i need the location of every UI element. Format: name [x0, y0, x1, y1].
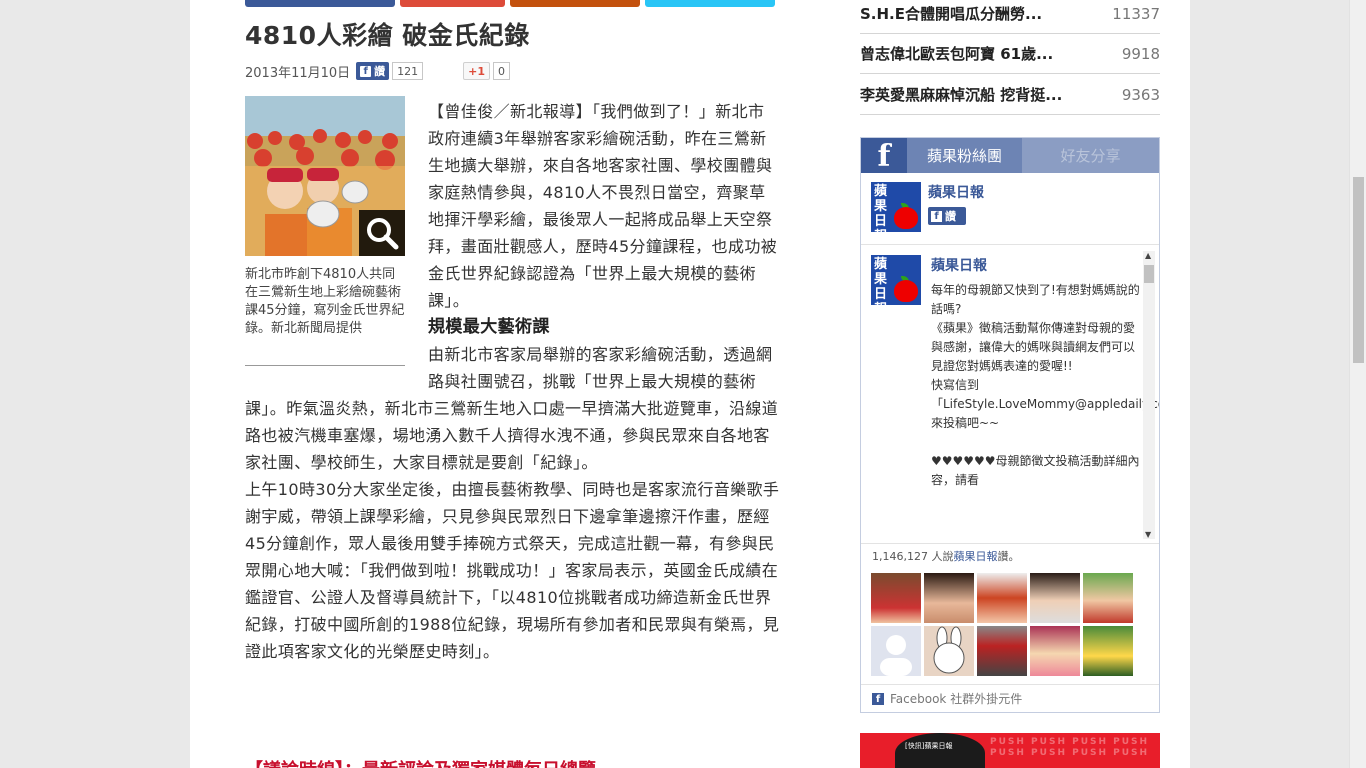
- ranking-title[interactable]: 曾志偉北歐丟包阿寶 61歲...: [860, 43, 1053, 64]
- ranking-count: 11337: [1112, 4, 1160, 23]
- fb-plugin-footer[interactable]: f Facebook 社群外掛元件: [861, 684, 1159, 712]
- ranking-count: 9363: [1121, 85, 1160, 104]
- fb-like-count: 1,146,127 人說蘋果日報讚。: [872, 548, 1019, 564]
- fan-avatar[interactable]: [1030, 573, 1080, 623]
- like-count-prefix: 1,146,127 人說: [872, 550, 954, 563]
- fb-feed-scrollbar[interactable]: ▲ ▼: [1143, 251, 1155, 539]
- fan-avatar[interactable]: [1083, 573, 1133, 623]
- appledaily-logo[interactable]: 蘋果日報: [871, 255, 921, 305]
- fan-avatar[interactable]: [977, 626, 1027, 676]
- ranking-title[interactable]: S.H.E合體開唱瓜分酬勞...: [860, 3, 1042, 24]
- tab-fanpage[interactable]: 蘋果粉絲團: [907, 138, 1022, 173]
- ranking-count: 9918: [1121, 44, 1160, 63]
- ad-push-text: PUSH PUSH PUSH PUSH PUSH PUSH PUSH PUSH: [990, 737, 1150, 758]
- facebook-fanpage-widget: f 蘋果粉絲團 好友分享 蘋果日報 蘋果日報 f 讚 蘋果日報: [860, 137, 1160, 713]
- fb-like-button[interactable]: f 讚: [928, 207, 966, 225]
- like-label: 讚: [374, 65, 386, 78]
- fb-feed[interactable]: 蘋果日報 蘋果日報 每年的母親節又快到了!有想對媽媽說的話嗎? 《蘋果》徵稿活動…: [861, 244, 1159, 544]
- fan-avatar-placeholder[interactable]: [871, 626, 921, 676]
- fan-avatar[interactable]: [871, 573, 921, 623]
- advertisement-banner[interactable]: PUSH PUSH PUSH PUSH PUSH PUSH PUSH PUSH …: [860, 733, 1160, 768]
- like-count: 121: [392, 62, 424, 80]
- twitter-share-bar[interactable]: [645, 0, 775, 7]
- fb-footer-text[interactable]: Facebook 社群外掛元件: [890, 690, 1022, 707]
- appledaily-logo[interactable]: 蘋果日報: [871, 182, 921, 232]
- ranking-item[interactable]: 曾志偉北歐丟包阿寶 61歲... 9918: [860, 34, 1160, 74]
- related-link[interactable]: 【議論時線】：最新評論及獨家媒體每日總覽: [245, 756, 596, 768]
- fb-post: 蘋果日報 蘋果日報 每年的母親節又快到了!有想對媽媽說的話嗎? 《蘋果》徵稿活動…: [871, 255, 1159, 490]
- ranking-item[interactable]: S.H.E合體開唱瓜分酬勞... 11337: [860, 0, 1160, 34]
- google-plus-button[interactable]: +1: [463, 62, 491, 80]
- article-date: 2013年11月10日: [245, 65, 351, 81]
- scroll-down-icon[interactable]: ▼: [1145, 530, 1151, 539]
- scroll-thumb[interactable]: [1144, 265, 1154, 283]
- fb-post-text: 每年的母親節又快到了!有想對媽媽說的話嗎? 《蘋果》徵稿活動幫你傳達對母親的愛與…: [931, 283, 1159, 487]
- article-body: 【曾佳俊／新北報導】「我們做到了！」新北市政府連續3年舉辦客家彩繪碗活動，昨在三…: [245, 98, 780, 665]
- facebook-icon: f: [360, 65, 372, 77]
- fan-avatar[interactable]: [1030, 626, 1080, 676]
- logo-text: 蘋果日報: [874, 184, 888, 232]
- fan-avatar[interactable]: [924, 626, 974, 676]
- fan-avatar[interactable]: [977, 573, 1027, 623]
- fb-page-name[interactable]: 蘋果日報: [928, 182, 984, 202]
- logo-text: 蘋果日報: [874, 257, 888, 305]
- apple-icon: [894, 280, 918, 302]
- ad-inner-text: [快訊]蘋果日報: [905, 742, 953, 750]
- ranking-item[interactable]: 李英愛黑麻麻悼沉船 挖背挺... 9363: [860, 75, 1160, 115]
- scroll-up-icon[interactable]: ▲: [1145, 251, 1151, 260]
- article-paragraph: 上午10時30分大家坐定後，由擅長藝術教學、同時也是客家流行音樂歌手謝宇威，帶領…: [245, 480, 780, 661]
- ranking-title[interactable]: 李英愛黑麻麻悼沉船 挖背挺...: [860, 84, 1062, 105]
- fb-post-author[interactable]: 蘋果日報: [931, 255, 1146, 275]
- page-content: 4810人彩繪 破金氏紀錄 2013年11月10日 f 讚 121 +1 0 新…: [190, 0, 1190, 768]
- fb-widget-tabs: f 蘋果粉絲團 好友分享: [861, 138, 1159, 174]
- like-label: 讚: [945, 210, 956, 223]
- like-count-suffix: 讚。: [997, 550, 1020, 563]
- facebook-share-bar[interactable]: [245, 0, 395, 7]
- fan-avatar[interactable]: [924, 573, 974, 623]
- facebook-icon: f: [861, 138, 907, 174]
- apple-icon: [894, 207, 918, 229]
- facebook-icon: f: [931, 210, 942, 222]
- page-scroll-thumb[interactable]: [1353, 177, 1364, 363]
- facebook-like-button[interactable]: f 讚: [356, 62, 390, 80]
- gplus-count: 0: [493, 62, 511, 80]
- facebook-icon: f: [872, 692, 884, 705]
- fb-page-header: 蘋果日報 蘋果日報 f 讚: [871, 182, 984, 232]
- google-share-bar[interactable]: [400, 0, 505, 7]
- article-meta: 2013年11月10日 f 讚 121 +1 0: [245, 61, 511, 81]
- page-scrollbar[interactable]: [1349, 0, 1366, 768]
- fb-page-link[interactable]: 蘋果日報: [953, 550, 997, 563]
- share-bar-3[interactable]: [510, 0, 640, 7]
- tab-friend-share[interactable]: 好友分享: [1022, 138, 1159, 173]
- fan-avatar[interactable]: [1083, 626, 1133, 676]
- article-title: 4810人彩繪 破金氏紀錄: [245, 21, 530, 50]
